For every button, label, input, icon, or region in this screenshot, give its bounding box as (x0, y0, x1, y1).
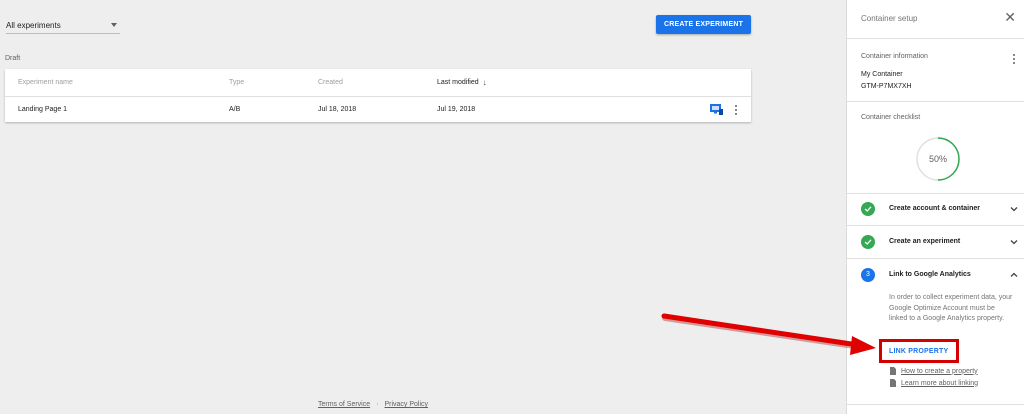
create-experiment-button[interactable]: CREATE EXPERIMENT (656, 15, 751, 34)
document-icon (890, 379, 896, 387)
step-create-account[interactable]: Create account & container (847, 192, 1024, 225)
monitor-icon[interactable] (710, 104, 723, 115)
main-area: All experiments CREATE EXPERIMENT Draft … (0, 0, 846, 414)
row-type: A/B (229, 106, 241, 113)
privacy-policy-link[interactable]: Privacy Policy (384, 401, 428, 408)
table-header: Experiment name Type Created Last modifi… (5, 69, 751, 97)
step-number-badge: 3 (861, 267, 875, 282)
more-vert-icon[interactable] (1011, 52, 1017, 66)
help-link-learn-linking[interactable]: Learn more about linking (890, 379, 978, 387)
terms-of-service-link[interactable]: Terms of Service (318, 401, 370, 408)
divider (847, 101, 1024, 102)
draft-section-label: Draft (5, 55, 21, 62)
check-icon (861, 201, 875, 216)
chevron-down-icon[interactable] (1009, 204, 1019, 214)
footer-separator: · (376, 401, 379, 408)
help-link-label[interactable]: How to create a property (901, 368, 978, 375)
chevron-down-icon (111, 23, 117, 27)
help-link-label[interactable]: Learn more about linking (901, 380, 978, 387)
header-last-modified[interactable]: Last modified ↓ (437, 69, 487, 96)
row-actions (710, 97, 739, 122)
row-created: Jul 18, 2018 (318, 106, 357, 113)
divider (847, 404, 1024, 405)
step-description: In order to collect experiment data, you… (889, 294, 1013, 322)
chevron-up-icon[interactable] (1009, 270, 1019, 280)
experiments-table: Experiment name Type Created Last modifi… (5, 69, 751, 122)
more-vert-icon[interactable] (733, 103, 739, 117)
step-link-analytics[interactable]: 3 Link to Google Analytics (847, 258, 1024, 291)
annotation-highlight-box (879, 339, 959, 363)
table-row[interactable]: Landing Page 1 A/B Jul 18, 2018 Jul 19, … (5, 97, 751, 122)
experiment-filter-dropdown[interactable]: All experiments (6, 17, 120, 34)
footer: Terms of Service · Privacy Policy (318, 401, 428, 408)
step-create-experiment[interactable]: Create an experiment (847, 225, 1024, 258)
divider (847, 38, 1024, 39)
help-link-create-property[interactable]: How to create a property (890, 367, 978, 375)
header-created[interactable]: Created (318, 69, 343, 96)
panel-title: Container setup (861, 14, 918, 23)
container-name: My Container (861, 71, 903, 78)
document-icon (890, 367, 896, 375)
container-id: GTM-P7MX7XH (861, 83, 912, 90)
step-label: Create an experiment (889, 238, 961, 245)
sort-arrow-icon: ↓ (482, 78, 487, 87)
check-icon (861, 234, 875, 249)
progress-percent: 50% (928, 154, 947, 164)
step-label: Create account & container (889, 205, 981, 212)
step-label: Link to Google Analytics (889, 271, 971, 278)
container-info-label: Container information (861, 53, 928, 60)
header-experiment-name[interactable]: Experiment name (18, 69, 73, 96)
header-type[interactable]: Type (229, 69, 244, 96)
close-icon[interactable]: ✕ (1004, 10, 1016, 24)
checklist-label: Container checklist (861, 114, 921, 121)
chevron-down-icon[interactable] (1009, 237, 1019, 247)
row-last-modified: Jul 19, 2018 (437, 106, 476, 113)
row-experiment-name[interactable]: Landing Page 1 (18, 97, 67, 122)
filter-label: All experiments (6, 20, 61, 30)
header-last-modified-label: Last modified (437, 79, 479, 86)
